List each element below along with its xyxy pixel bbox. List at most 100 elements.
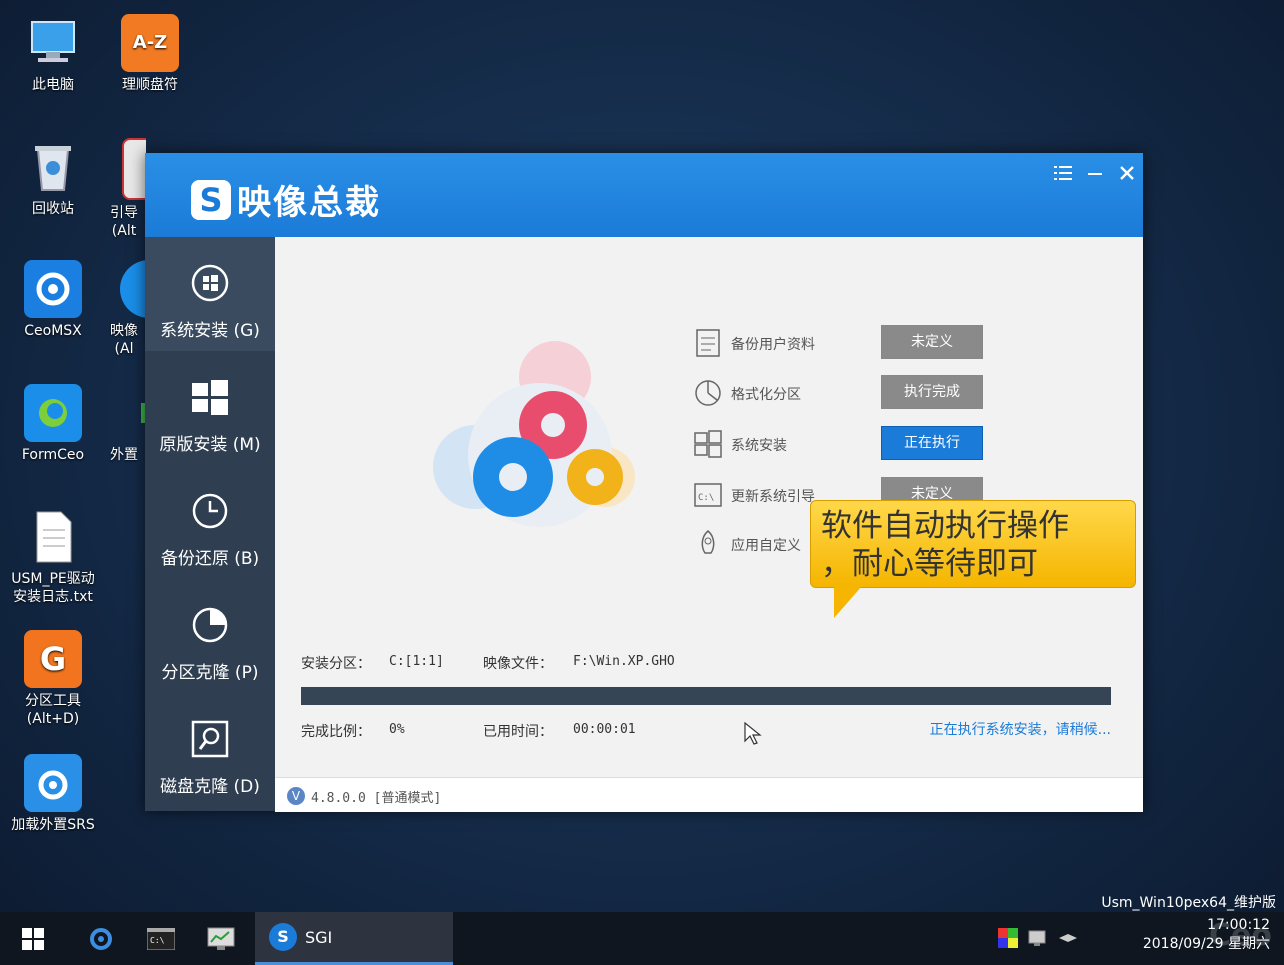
sidebar-item-label: 分区克隆 (P) <box>161 663 259 683</box>
gears-illustration <box>433 341 635 527</box>
desktop-icon-label: 映像 (Al <box>110 323 138 357</box>
windows-logo-icon <box>192 380 228 415</box>
desktop-icon-label: 外置 <box>110 447 138 463</box>
desktop-icon-this-pc[interactable]: 此电脑 <box>5 14 101 94</box>
app-title: 映像总裁 <box>237 183 381 223</box>
monitor-chart-icon <box>207 927 235 950</box>
sidebar-item-partition-clone[interactable]: 分区克隆 (P) <box>145 579 275 693</box>
windows-logo-icon <box>694 430 722 458</box>
srs-gear-icon <box>24 754 82 812</box>
step-label: 应用自定义 <box>731 538 801 554</box>
elapsed-value: 00:00:01 <box>573 722 636 737</box>
clock-restore-icon <box>192 493 228 529</box>
terminal-icon: C:\ <box>694 483 722 507</box>
terminal-icon: C:\ <box>147 927 175 950</box>
windows-circle-icon <box>191 264 229 302</box>
menu-list-icon[interactable] <box>1049 161 1077 189</box>
desktop-icon-usm-log[interactable]: USM_PE驱动 安装日志.txt <box>5 508 101 606</box>
app-titlebar: S 映像总裁 <box>145 153 1143 237</box>
sidebar-item-backup-restore[interactable]: 备份还原 (B) <box>145 465 275 579</box>
mouse-cursor-icon <box>744 721 762 745</box>
network-tray-icon[interactable] <box>1028 928 1048 948</box>
callout-line-2: ，耐心等待即可 <box>821 546 1038 582</box>
desktop-icon-partition-tool[interactable]: G 分区工具 (Alt+D) <box>5 630 101 728</box>
install-partition-value: C:[1:1] <box>389 654 444 669</box>
desktop-icon-label: 分区工具 (Alt+D) <box>25 693 81 727</box>
text-file-icon <box>24 508 82 566</box>
desktop-icon-label: FormCeo <box>21 447 85 463</box>
minimize-icon[interactable] <box>1081 161 1109 189</box>
callout-tail <box>834 586 862 618</box>
desktop-icon-formceo[interactable]: FormCeo <box>5 384 101 464</box>
partition-g-icon: G <box>24 630 82 688</box>
pie-icon <box>192 607 228 643</box>
color-flag-tray-icon[interactable] <box>998 928 1018 948</box>
toolbox-icon <box>122 138 146 200</box>
step-backup-user-data: 备份用户资料 未定义 <box>693 325 1003 361</box>
ratio-label: 完成比例： <box>301 724 371 740</box>
sidebar: 系统安装 (G) 原版安装 (M) 备份还原 (B) 分区克隆 (P) 磁盘克隆… <box>145 237 275 811</box>
sidebar-item-disk-clone[interactable]: 磁盘克隆 (D) <box>145 693 275 807</box>
step-system-install: 系统安装 正在执行 <box>693 426 1003 462</box>
step-status-button[interactable]: 正在执行 <box>881 426 983 460</box>
disk-search-icon <box>191 720 229 758</box>
taskbar-monitor-app[interactable] <box>196 912 246 965</box>
start-button[interactable] <box>10 912 56 965</box>
desktop-icon-load-srs[interactable]: 加载外置SRS <box>5 754 101 834</box>
gear-tools-icon <box>90 927 112 950</box>
install-partition-label: 安装分区： <box>301 656 371 672</box>
step-label: 格式化分区 <box>731 387 801 403</box>
taskbar-active-app[interactable]: S SGI <box>255 912 453 965</box>
swirl-icon <box>24 384 82 442</box>
s-logo-icon <box>120 260 146 318</box>
s-logo-icon: S <box>269 923 297 951</box>
step-format-partition: 格式化分区 执行完成 <box>693 375 1003 411</box>
drive-tray-icon[interactable] <box>1058 928 1078 948</box>
document-icon <box>696 329 720 357</box>
pie-icon <box>695 380 721 406</box>
desktop-icon-label: 此电脑 <box>32 77 74 93</box>
desktop-icon-label: 回收站 <box>32 201 74 217</box>
install-progress-bar <box>301 687 1111 705</box>
step-status-button[interactable]: 未定义 <box>881 325 983 359</box>
elapsed-label: 已用时间： <box>483 724 553 740</box>
svg-text:C:\: C:\ <box>150 936 165 945</box>
desktop-icon-ceomsx[interactable]: CeoMSX <box>5 260 101 340</box>
ratio-value: 0% <box>389 722 405 737</box>
os-version-label: Usm_Win10pex64_维护版 <box>1101 895 1276 911</box>
sidebar-item-label: 备份还原 (B) <box>160 549 260 569</box>
image-file-value: F:\Win.XP.GHO <box>573 654 675 669</box>
sidebar-item-system-install[interactable]: 系统安装 (G) <box>145 237 275 351</box>
windows-start-icon <box>22 927 44 950</box>
step-label: 备份用户资料 <box>731 337 815 353</box>
desktop-icon-label: 引导 (Alt <box>110 205 138 239</box>
az-arrow-icon: A-Z <box>121 14 179 72</box>
app-logo: S 映像总裁 <box>191 175 381 224</box>
svg-text:C:\: C:\ <box>698 493 714 503</box>
step-label: 系统安装 <box>731 438 787 454</box>
desktop-icon-recycle-bin[interactable]: 回收站 <box>5 138 101 218</box>
desktop-icon-boot-repair[interactable]: 引导 (Alt <box>102 138 146 240</box>
desktop-icon-drive-letter-tool[interactable]: A-Z 理顺盘符 <box>102 14 198 94</box>
sidebar-item-original-install[interactable]: 原版安装 (M) <box>145 351 275 465</box>
green-square-icon <box>122 384 146 442</box>
desktop-icon-label: 理顺盘符 <box>122 77 178 93</box>
desktop-icon-label: CeoMSX <box>24 323 82 339</box>
status-text[interactable]: 正在执行系统安装，请稍候... <box>930 719 1111 739</box>
step-label: 更新系统引导 <box>731 489 815 505</box>
image-file-label: 映像文件： <box>483 656 553 672</box>
taskbar-app-label: SGI <box>305 927 333 947</box>
s-logo-icon: S <box>191 179 231 220</box>
callout-line-1: 软件自动执行操作 <box>821 508 1069 544</box>
desktop-icon-image-master[interactable]: 映像 (Al <box>102 260 146 358</box>
version-badge: V <box>287 787 305 805</box>
taskbar-gear-app[interactable] <box>76 912 126 965</box>
step-status-button[interactable]: 执行完成 <box>881 375 983 409</box>
taskbar-cmd[interactable]: C:\ <box>136 912 186 965</box>
desktop-icon-external[interactable]: 外置 <box>102 384 146 464</box>
desktop-icon-label: USM_PE驱动 安装日志.txt <box>11 571 95 605</box>
rocket-icon <box>701 530 715 554</box>
close-icon[interactable] <box>1113 161 1141 189</box>
taskbar: C:\ S SGI <box>0 912 1284 965</box>
watermark: Ceo <box>1209 918 1272 953</box>
